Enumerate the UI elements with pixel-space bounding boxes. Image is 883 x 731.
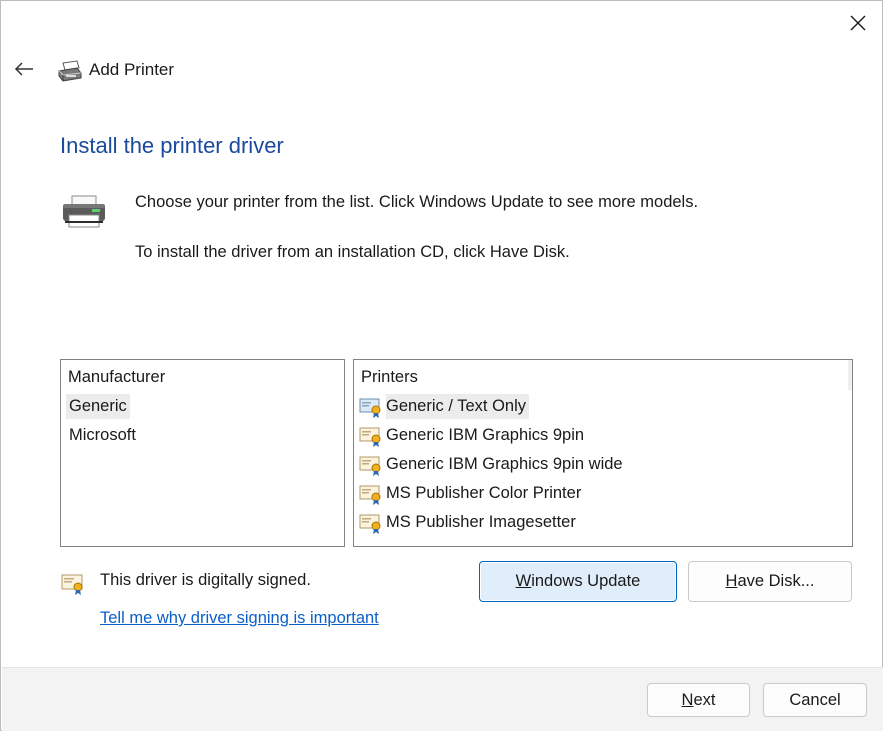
back-button[interactable] <box>9 53 39 85</box>
printer-icon <box>63 195 105 228</box>
list-item-label: MS Publisher Color Printer <box>386 484 582 502</box>
certificate-icon <box>61 574 83 595</box>
next-button[interactable]: Next <box>647 683 750 717</box>
signed-driver-icon <box>359 398 381 418</box>
have-disk-button[interactable]: Have Disk... <box>688 561 852 602</box>
printer-item-ms-publisher-color[interactable]: MS Publisher Color Printer <box>359 479 848 508</box>
window-title: Add Printer <box>89 60 175 79</box>
manufacturer-item-microsoft[interactable]: Microsoft <box>66 421 340 450</box>
list-item-label: MS Publisher Imagesetter <box>386 513 576 531</box>
close-icon <box>850 15 866 31</box>
accelerator-key: W <box>515 572 532 590</box>
signed-driver-icon <box>359 485 381 505</box>
printer-items: Generic / Text Only Generic IBM Graphics… <box>359 392 848 537</box>
list-item-label: Generic <box>66 394 130 419</box>
list-item-label: Generic IBM Graphics 9pin <box>386 426 585 444</box>
back-arrow-icon <box>14 62 33 76</box>
button-label: ave Disk... <box>737 572 815 590</box>
printer-item-ibm-9pin-wide[interactable]: Generic IBM Graphics 9pin wide <box>359 450 848 479</box>
cancel-button[interactable]: Cancel <box>763 683 867 717</box>
manufacturer-item-generic[interactable]: Generic <box>66 392 340 421</box>
printers-list-header: Printers <box>361 368 418 386</box>
driver-signing-help-link[interactable]: Tell me why driver signing is important <box>100 609 379 628</box>
printer-item-generic-text-only[interactable]: Generic / Text Only <box>359 392 848 421</box>
button-label: ext <box>693 690 716 709</box>
list-item-label: Generic / Text Only <box>386 394 530 419</box>
printer-item-ms-publisher-imagesetter[interactable]: MS Publisher Imagesetter <box>359 508 848 537</box>
signature-status-text: This driver is digitally signed. <box>100 571 311 589</box>
printer-wizard-icon <box>58 60 82 82</box>
windows-update-button[interactable]: Windows Update <box>479 561 677 602</box>
signed-driver-icon <box>359 514 381 534</box>
accelerator-key: N <box>681 690 694 709</box>
signed-driver-icon <box>359 456 381 476</box>
accelerator-key: H <box>725 572 738 590</box>
instruction-text-2: To install the driver from an installati… <box>135 243 570 261</box>
list-item-label: Generic IBM Graphics 9pin wide <box>386 455 623 473</box>
manufacturer-listbox[interactable]: Manufacturer Generic Microsoft <box>60 359 345 547</box>
instruction-text-1: Choose your printer from the list. Click… <box>135 193 699 211</box>
printers-listbox[interactable]: Printers Generic / Text Only Generic IBM… <box>353 359 853 547</box>
page-heading: Install the printer driver <box>60 133 284 158</box>
close-button[interactable] <box>833 1 883 45</box>
printer-item-ibm-9pin[interactable]: Generic IBM Graphics 9pin <box>359 421 848 450</box>
button-label: indows Update <box>531 572 641 590</box>
signed-driver-icon <box>359 427 381 447</box>
dialog-footer <box>2 667 883 731</box>
manufacturer-list-header: Manufacturer <box>68 368 166 386</box>
list-item-label: Microsoft <box>69 426 136 444</box>
add-printer-dialog: Add Printer Install the printer driver C… <box>0 0 883 731</box>
manufacturer-items: Generic Microsoft <box>66 392 340 450</box>
scrollbar[interactable] <box>848 360 852 390</box>
